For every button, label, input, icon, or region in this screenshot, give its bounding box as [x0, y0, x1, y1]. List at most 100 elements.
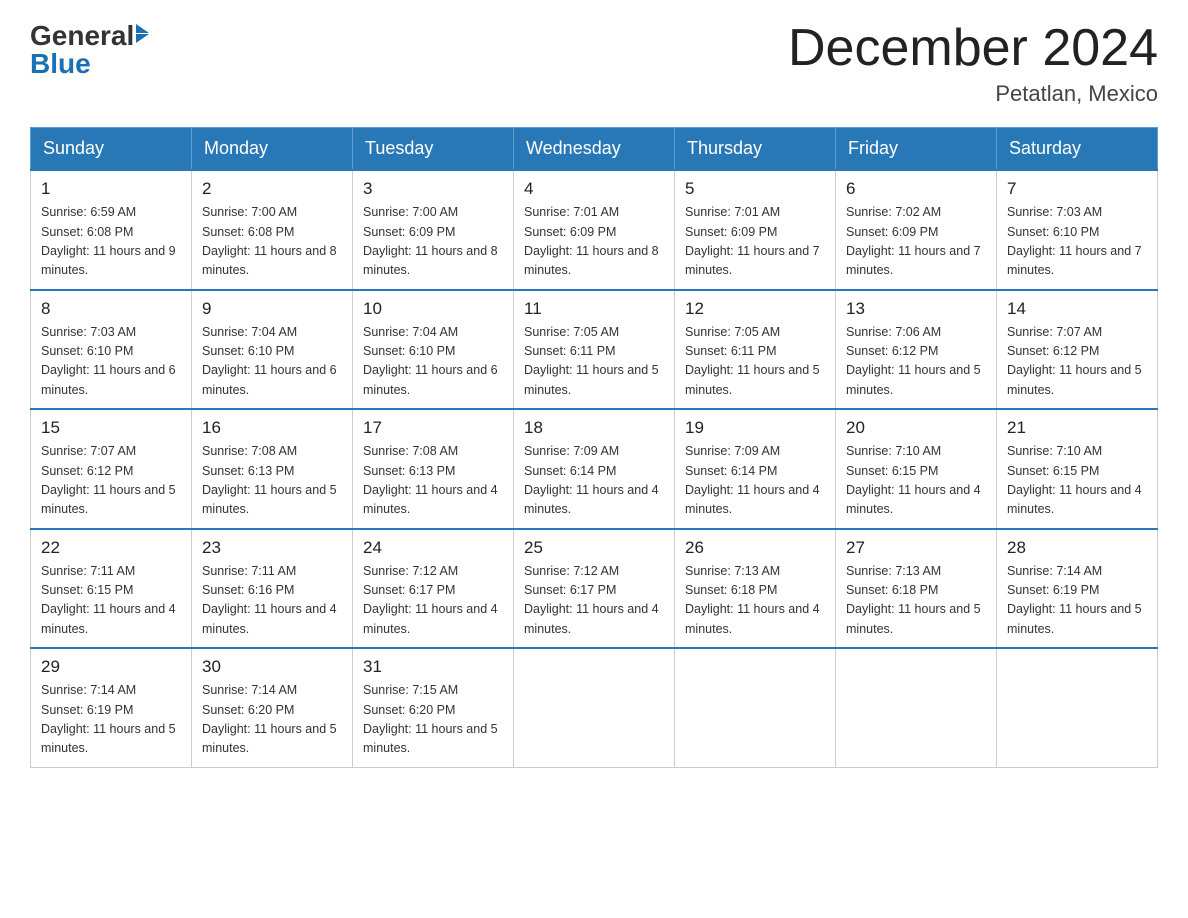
- calendar-header-sunday: Sunday: [31, 128, 192, 171]
- day-number: 7: [1007, 179, 1147, 199]
- calendar-week-1: 1 Sunrise: 6:59 AMSunset: 6:08 PMDayligh…: [31, 170, 1158, 290]
- day-info: Sunrise: 7:04 AMSunset: 6:10 PMDaylight:…: [363, 323, 503, 401]
- day-info: Sunrise: 7:05 AMSunset: 6:11 PMDaylight:…: [685, 323, 825, 401]
- day-info: Sunrise: 7:14 AMSunset: 6:19 PMDaylight:…: [41, 681, 181, 759]
- day-number: 22: [41, 538, 181, 558]
- calendar-cell: 12 Sunrise: 7:05 AMSunset: 6:11 PMDaylig…: [675, 290, 836, 410]
- day-number: 20: [846, 418, 986, 438]
- calendar-cell: 21 Sunrise: 7:10 AMSunset: 6:15 PMDaylig…: [997, 409, 1158, 529]
- calendar-cell: 16 Sunrise: 7:08 AMSunset: 6:13 PMDaylig…: [192, 409, 353, 529]
- day-info: Sunrise: 7:07 AMSunset: 6:12 PMDaylight:…: [1007, 323, 1147, 401]
- day-number: 21: [1007, 418, 1147, 438]
- day-number: 24: [363, 538, 503, 558]
- day-number: 1: [41, 179, 181, 199]
- day-info: Sunrise: 7:01 AMSunset: 6:09 PMDaylight:…: [685, 203, 825, 281]
- calendar-cell: 10 Sunrise: 7:04 AMSunset: 6:10 PMDaylig…: [353, 290, 514, 410]
- day-info: Sunrise: 7:08 AMSunset: 6:13 PMDaylight:…: [202, 442, 342, 520]
- calendar-cell: [675, 648, 836, 767]
- calendar-week-2: 8 Sunrise: 7:03 AMSunset: 6:10 PMDayligh…: [31, 290, 1158, 410]
- calendar-cell: 2 Sunrise: 7:00 AMSunset: 6:08 PMDayligh…: [192, 170, 353, 290]
- day-info: Sunrise: 7:14 AMSunset: 6:20 PMDaylight:…: [202, 681, 342, 759]
- calendar-table: SundayMondayTuesdayWednesdayThursdayFrid…: [30, 127, 1158, 768]
- day-info: Sunrise: 7:10 AMSunset: 6:15 PMDaylight:…: [1007, 442, 1147, 520]
- calendar-cell: 4 Sunrise: 7:01 AMSunset: 6:09 PMDayligh…: [514, 170, 675, 290]
- day-info: Sunrise: 7:02 AMSunset: 6:09 PMDaylight:…: [846, 203, 986, 281]
- calendar-cell: 11 Sunrise: 7:05 AMSunset: 6:11 PMDaylig…: [514, 290, 675, 410]
- day-number: 29: [41, 657, 181, 677]
- calendar-cell: 31 Sunrise: 7:15 AMSunset: 6:20 PMDaylig…: [353, 648, 514, 767]
- day-info: Sunrise: 7:00 AMSunset: 6:09 PMDaylight:…: [363, 203, 503, 281]
- day-number: 12: [685, 299, 825, 319]
- calendar-cell: 22 Sunrise: 7:11 AMSunset: 6:15 PMDaylig…: [31, 529, 192, 649]
- month-title: December 2024: [788, 20, 1158, 77]
- day-info: Sunrise: 7:03 AMSunset: 6:10 PMDaylight:…: [41, 323, 181, 401]
- calendar-header-saturday: Saturday: [997, 128, 1158, 171]
- calendar-cell: 18 Sunrise: 7:09 AMSunset: 6:14 PMDaylig…: [514, 409, 675, 529]
- day-info: Sunrise: 7:09 AMSunset: 6:14 PMDaylight:…: [524, 442, 664, 520]
- day-number: 14: [1007, 299, 1147, 319]
- day-number: 23: [202, 538, 342, 558]
- day-info: Sunrise: 7:08 AMSunset: 6:13 PMDaylight:…: [363, 442, 503, 520]
- day-number: 3: [363, 179, 503, 199]
- calendar-cell: 25 Sunrise: 7:12 AMSunset: 6:17 PMDaylig…: [514, 529, 675, 649]
- calendar-cell: 5 Sunrise: 7:01 AMSunset: 6:09 PMDayligh…: [675, 170, 836, 290]
- location: Petatlan, Mexico: [788, 81, 1158, 107]
- calendar-cell: 23 Sunrise: 7:11 AMSunset: 6:16 PMDaylig…: [192, 529, 353, 649]
- calendar-cell: 20 Sunrise: 7:10 AMSunset: 6:15 PMDaylig…: [836, 409, 997, 529]
- day-number: 10: [363, 299, 503, 319]
- calendar-week-4: 22 Sunrise: 7:11 AMSunset: 6:15 PMDaylig…: [31, 529, 1158, 649]
- page-header: General Blue December 2024 Petatlan, Mex…: [30, 20, 1158, 107]
- day-info: Sunrise: 7:14 AMSunset: 6:19 PMDaylight:…: [1007, 562, 1147, 640]
- day-number: 16: [202, 418, 342, 438]
- day-number: 15: [41, 418, 181, 438]
- day-number: 19: [685, 418, 825, 438]
- calendar-cell: 29 Sunrise: 7:14 AMSunset: 6:19 PMDaylig…: [31, 648, 192, 767]
- day-info: Sunrise: 7:05 AMSunset: 6:11 PMDaylight:…: [524, 323, 664, 401]
- calendar-header-monday: Monday: [192, 128, 353, 171]
- day-number: 5: [685, 179, 825, 199]
- calendar-cell: 13 Sunrise: 7:06 AMSunset: 6:12 PMDaylig…: [836, 290, 997, 410]
- day-info: Sunrise: 7:07 AMSunset: 6:12 PMDaylight:…: [41, 442, 181, 520]
- day-number: 8: [41, 299, 181, 319]
- calendar-cell: 26 Sunrise: 7:13 AMSunset: 6:18 PMDaylig…: [675, 529, 836, 649]
- calendar-cell: 15 Sunrise: 7:07 AMSunset: 6:12 PMDaylig…: [31, 409, 192, 529]
- day-info: Sunrise: 7:01 AMSunset: 6:09 PMDaylight:…: [524, 203, 664, 281]
- day-number: 31: [363, 657, 503, 677]
- day-number: 11: [524, 299, 664, 319]
- calendar-header-wednesday: Wednesday: [514, 128, 675, 171]
- day-number: 30: [202, 657, 342, 677]
- day-info: Sunrise: 7:12 AMSunset: 6:17 PMDaylight:…: [363, 562, 503, 640]
- day-number: 27: [846, 538, 986, 558]
- day-info: Sunrise: 7:06 AMSunset: 6:12 PMDaylight:…: [846, 323, 986, 401]
- day-number: 9: [202, 299, 342, 319]
- day-info: Sunrise: 7:09 AMSunset: 6:14 PMDaylight:…: [685, 442, 825, 520]
- calendar-header-tuesday: Tuesday: [353, 128, 514, 171]
- day-info: Sunrise: 7:11 AMSunset: 6:15 PMDaylight:…: [41, 562, 181, 640]
- day-number: 4: [524, 179, 664, 199]
- day-number: 6: [846, 179, 986, 199]
- calendar-cell: 3 Sunrise: 7:00 AMSunset: 6:09 PMDayligh…: [353, 170, 514, 290]
- calendar-cell: 30 Sunrise: 7:14 AMSunset: 6:20 PMDaylig…: [192, 648, 353, 767]
- calendar-header-row: SundayMondayTuesdayWednesdayThursdayFrid…: [31, 128, 1158, 171]
- day-info: Sunrise: 7:10 AMSunset: 6:15 PMDaylight:…: [846, 442, 986, 520]
- calendar-week-3: 15 Sunrise: 7:07 AMSunset: 6:12 PMDaylig…: [31, 409, 1158, 529]
- calendar-cell: [514, 648, 675, 767]
- day-info: Sunrise: 7:15 AMSunset: 6:20 PMDaylight:…: [363, 681, 503, 759]
- calendar-header-friday: Friday: [836, 128, 997, 171]
- calendar-cell: [997, 648, 1158, 767]
- day-info: Sunrise: 7:11 AMSunset: 6:16 PMDaylight:…: [202, 562, 342, 640]
- day-number: 25: [524, 538, 664, 558]
- day-info: Sunrise: 7:04 AMSunset: 6:10 PMDaylight:…: [202, 323, 342, 401]
- day-number: 13: [846, 299, 986, 319]
- calendar-cell: 28 Sunrise: 7:14 AMSunset: 6:19 PMDaylig…: [997, 529, 1158, 649]
- day-number: 17: [363, 418, 503, 438]
- day-info: Sunrise: 6:59 AMSunset: 6:08 PMDaylight:…: [41, 203, 181, 281]
- calendar-cell: 9 Sunrise: 7:04 AMSunset: 6:10 PMDayligh…: [192, 290, 353, 410]
- calendar-week-5: 29 Sunrise: 7:14 AMSunset: 6:19 PMDaylig…: [31, 648, 1158, 767]
- calendar-cell: 27 Sunrise: 7:13 AMSunset: 6:18 PMDaylig…: [836, 529, 997, 649]
- calendar-cell: 7 Sunrise: 7:03 AMSunset: 6:10 PMDayligh…: [997, 170, 1158, 290]
- day-number: 28: [1007, 538, 1147, 558]
- day-number: 2: [202, 179, 342, 199]
- calendar-cell: 8 Sunrise: 7:03 AMSunset: 6:10 PMDayligh…: [31, 290, 192, 410]
- calendar-cell: 19 Sunrise: 7:09 AMSunset: 6:14 PMDaylig…: [675, 409, 836, 529]
